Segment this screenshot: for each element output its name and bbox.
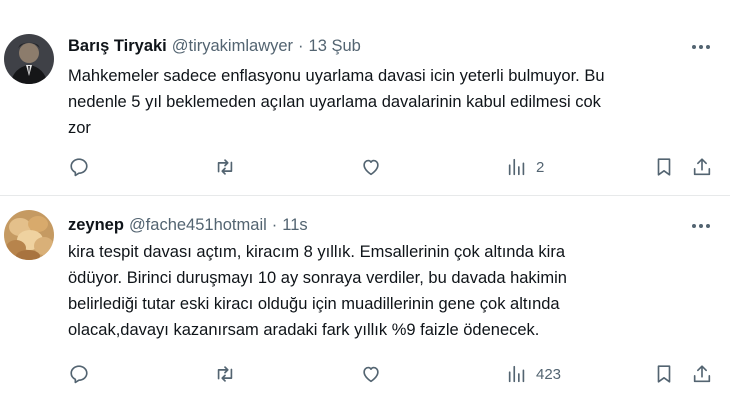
reply-button[interactable]	[68, 155, 90, 179]
share-button[interactable]	[691, 155, 713, 179]
heart-icon	[363, 366, 379, 383]
views-chart-icon	[508, 158, 525, 176]
reply-icon	[70, 158, 88, 177]
tweet-text-line: olacak,davayı kazanırsam aradaki fark yı…	[68, 321, 540, 339]
more-horizontal-icon	[692, 45, 710, 49]
heart-icon	[363, 159, 379, 176]
separator-dot: ·	[298, 36, 304, 55]
views-button[interactable]: 2	[506, 155, 544, 179]
like-button[interactable]	[360, 362, 382, 386]
tweet[interactable]: Barış Tiryaki @tiryakimlawyer · 13 Şub M…	[0, 0, 730, 196]
timestamp[interactable]: 11s	[282, 216, 307, 235]
tweet-text-line: nedenle 5 yıl beklemeden açılan uyarlama…	[68, 93, 601, 111]
author-name[interactable]: zeynep	[68, 216, 124, 235]
views-chart-icon	[508, 365, 525, 383]
tweet-text-line: Mahkemeler sadece enflasyonu uyarlama da…	[68, 67, 605, 85]
author-name[interactable]: Barış Tiryaki	[68, 37, 167, 56]
views-count: 2	[536, 158, 545, 176]
views-button[interactable]: 423	[506, 362, 561, 386]
tweet-text: Mahkemeler sadece enflasyonu uyarlama da…	[68, 63, 718, 141]
retweet-button[interactable]	[214, 155, 236, 179]
bookmark-button[interactable]	[653, 155, 675, 179]
avatar[interactable]	[4, 210, 54, 260]
retweet-icon	[217, 366, 233, 382]
separator-dot: ·	[271, 215, 278, 234]
more-options-button[interactable]	[690, 215, 712, 237]
tweet-text: kira tespit davası açtım, kiracım 8 yıll…	[68, 239, 718, 343]
retweet-button[interactable]	[214, 362, 236, 386]
tweet-text-line: belirlediği tutar eski kiracı olduğu içi…	[68, 295, 560, 313]
tweet-text-line: zor	[68, 119, 91, 137]
tweet-text-line: kira tespit davası açtım, kiracım 8 yıll…	[68, 243, 565, 261]
bookmark-button[interactable]	[653, 362, 675, 386]
action-bar: 2	[68, 155, 718, 179]
reply-button[interactable]	[68, 362, 90, 386]
tweet[interactable]: zeynep @fache451hotmail · 11s kira tespi…	[0, 196, 730, 420]
more-horizontal-icon	[692, 224, 710, 228]
share-icon	[693, 365, 711, 383]
share-button[interactable]	[691, 362, 713, 386]
timestamp[interactable]: 13 Şub	[309, 37, 361, 56]
tweet-header: Barış Tiryaki @tiryakimlawyer · 13 Şub	[68, 35, 361, 57]
like-button[interactable]	[360, 155, 382, 179]
action-bar: 423	[68, 362, 718, 386]
more-options-button[interactable]	[690, 36, 712, 58]
bookmark-icon	[657, 365, 671, 383]
share-icon	[693, 158, 711, 176]
bookmark-icon	[657, 158, 671, 176]
tweet-text-line: ödüyor. Birinci duruşmayı 10 ay sonraya …	[68, 269, 567, 287]
avatar[interactable]	[4, 34, 54, 84]
retweet-icon	[217, 159, 233, 175]
reply-icon	[70, 365, 88, 384]
views-count: 423	[536, 365, 562, 383]
author-handle[interactable]: @fache451hotmail	[129, 216, 267, 235]
tweet-header: zeynep @fache451hotmail · 11s	[68, 214, 308, 236]
author-handle[interactable]: @tiryakimlawyer	[172, 37, 293, 56]
